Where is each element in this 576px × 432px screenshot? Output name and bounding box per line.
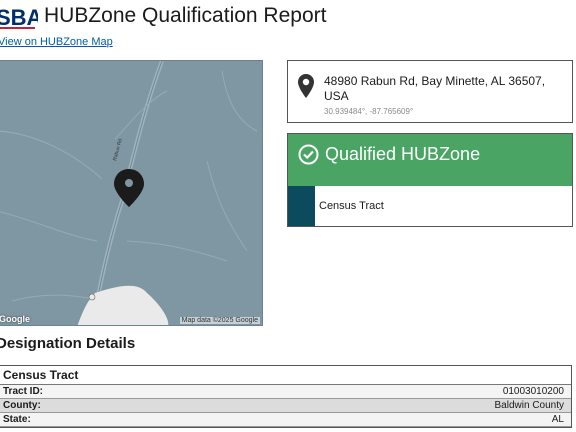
map-attribution: Map data ©2025 Google: [179, 317, 260, 324]
section-title: Census Tract: [0, 366, 571, 385]
table-row: State: AL: [0, 413, 571, 427]
designation-details-table: Census Tract Tract ID: 01003010200 County:…: [0, 365, 572, 428]
report-header: SBA HUBZone Qualification Report: [0, 0, 576, 34]
row-value: AL: [551, 414, 564, 425]
page-title: HUBZone Qualification Report: [44, 4, 327, 27]
check-circle-icon: [298, 144, 319, 165]
map-canvas: Rabun Rd: [0, 61, 262, 325]
location-pin-icon: [298, 74, 314, 98]
qualification-status: Qualified HUBZone: [325, 144, 481, 164]
google-watermark: Google: [0, 314, 30, 324]
row-key: Tract ID:: [3, 386, 44, 397]
row-value: Baldwin County: [494, 400, 564, 411]
table-row: County: Baldwin County: [0, 399, 571, 413]
coordinates-text: 30.939484°, -87.765609°: [324, 107, 414, 116]
location-map[interactable]: Rabun Rd Google Map data ©2025 Google: [0, 60, 263, 326]
sba-logo: SBA: [0, 5, 38, 30]
row-key: State:: [3, 414, 31, 425]
address-card: 48980 Rabun Rd, Bay Minette, AL 36507, U…: [287, 60, 573, 123]
table-row: Tract ID: 01003010200: [0, 385, 571, 399]
census-tract-swatch: [288, 186, 315, 226]
svg-text:SBA: SBA: [0, 5, 38, 30]
census-tract-label: Census Tract: [319, 200, 384, 212]
view-on-map-link[interactable]: View on HUBZone Map: [0, 36, 113, 48]
address-text: 48980 Rabun Rd, Bay Minette, AL 36507, U…: [324, 74, 546, 103]
designation-heading: Designation Details: [0, 335, 136, 352]
qualification-card: Qualified HUBZone Census Tract: [287, 133, 573, 227]
qualification-banner: Qualified HUBZone: [288, 134, 572, 186]
row-key: County:: [3, 400, 41, 411]
row-value: 01003010200: [502, 386, 564, 397]
